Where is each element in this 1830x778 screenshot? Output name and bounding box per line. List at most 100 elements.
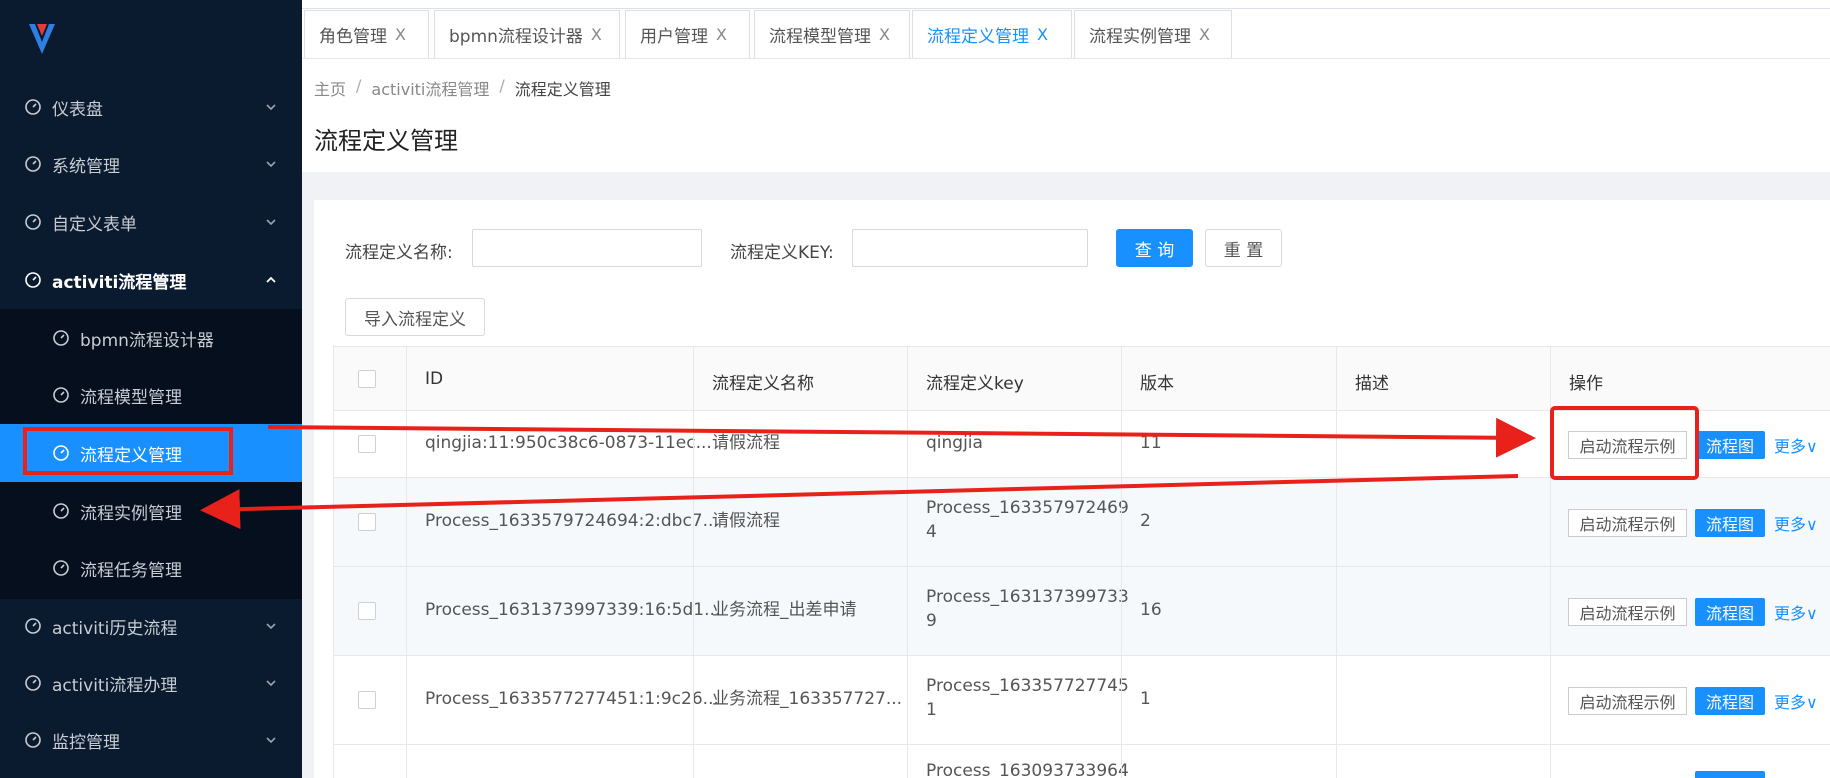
diagram-button[interactable]: 流程图 xyxy=(1695,509,1765,537)
tab-model[interactable]: 流程模型管理 X xyxy=(754,10,910,58)
tab-label: 流程实例管理 xyxy=(1089,27,1191,47)
definition-table: ID 流程定义名称 流程定义key 版本 描述 操作 qingjia:11:95… xyxy=(333,346,1830,778)
sidebar-item-dashboard[interactable]: 仪表盘 xyxy=(0,78,302,136)
definition-name-input[interactable] xyxy=(472,229,702,267)
tab-label: 用户管理 xyxy=(640,27,708,47)
breadcrumb: 主页 / activiti流程管理 / 流程定义管理 xyxy=(314,76,611,100)
gauge-icon xyxy=(53,387,69,403)
divider xyxy=(1121,347,1122,778)
breadcrumb-home[interactable]: 主页 xyxy=(314,76,346,100)
start-instance-button[interactable]: 启动流程示例 xyxy=(1568,509,1687,537)
tab-label: 流程模型管理 xyxy=(769,27,871,47)
chevron-down-icon xyxy=(266,623,276,630)
tab-user[interactable]: 用户管理 X xyxy=(625,10,750,58)
sidebar-item-label: 流程实例管理 xyxy=(80,503,182,524)
row-checkbox[interactable] xyxy=(358,602,376,620)
reset-button[interactable]: 重 置 xyxy=(1205,229,1282,267)
gauge-icon xyxy=(53,330,69,346)
cell-name: 业务流程_出差申请 xyxy=(712,600,857,620)
cell-name: 业务流程_163357727... xyxy=(712,689,903,709)
definition-key-input[interactable] xyxy=(852,229,1088,267)
chevron-up-icon xyxy=(266,276,276,283)
query-button[interactable]: 查 询 xyxy=(1116,229,1193,267)
sidebar-item-label: activiti流程办理 xyxy=(52,675,178,696)
tab-bpmn[interactable]: bpmn流程设计器 X xyxy=(434,10,620,58)
table-header: ID 流程定义名称 流程定义key 版本 描述 操作 xyxy=(334,347,1830,411)
divider xyxy=(302,8,1830,9)
cell-version: 11 xyxy=(1140,433,1162,453)
sidebar-item-activiti[interactable]: activiti流程管理 xyxy=(0,251,302,309)
cell-id: Process_1631373997339:16:5d1... xyxy=(425,600,721,620)
close-icon[interactable]: X xyxy=(591,25,602,44)
table-row: Process_1633577277451:1:9c26... 业务流程_163… xyxy=(334,656,1830,745)
sidebar-item-definition[interactable]: 流程定义管理 xyxy=(0,424,302,482)
tab-label: bpmn流程设计器 xyxy=(449,27,583,47)
sidebar-item-handle[interactable]: activiti流程办理 xyxy=(0,654,302,712)
diagram-button[interactable]: 流程图 xyxy=(1695,431,1765,459)
sidebar-item-bpmn-designer[interactable]: bpmn流程设计器 xyxy=(0,309,302,367)
sidebar-item-model[interactable]: 流程模型管理 xyxy=(0,366,302,424)
divider xyxy=(406,347,407,778)
diagram-button[interactable]: 流程图 xyxy=(1695,687,1765,715)
chevron-down-icon xyxy=(266,219,276,226)
breadcrumb-current: 流程定义管理 xyxy=(514,80,611,99)
close-icon[interactable]: X xyxy=(395,25,406,44)
breadcrumb-separator: / xyxy=(356,76,362,95)
close-icon[interactable]: X xyxy=(716,25,727,44)
more-dropdown[interactable]: 更多∨ xyxy=(1774,433,1818,457)
diagram-button[interactable]: 流程图 xyxy=(1695,598,1765,626)
cell-key-wrap: 1 xyxy=(926,700,937,720)
row-checkbox[interactable] xyxy=(358,513,376,531)
cell-id: Process_1633579724694:2:dbc7... xyxy=(425,511,719,531)
breadcrumb-parent[interactable]: activiti流程管理 xyxy=(371,76,489,100)
row-checkbox[interactable] xyxy=(358,691,376,709)
tab-role[interactable]: 角色管理 X xyxy=(304,10,429,58)
cell-key-wrap: 9 xyxy=(926,611,937,631)
import-definition-button[interactable]: 导入流程定义 xyxy=(345,298,485,336)
chevron-down-icon: ∨ xyxy=(1806,693,1818,712)
gauge-icon xyxy=(53,445,69,461)
table-row: qingjia:11:950c38c6-0873-11ec... 请假流程 qi… xyxy=(334,411,1830,478)
tab-definition[interactable]: 流程定义管理 X xyxy=(912,10,1072,58)
sidebar-item-custom-form[interactable]: 自定义表单 xyxy=(0,193,302,251)
start-instance-button[interactable]: 启动流程示例 xyxy=(1568,431,1687,459)
name-label: 流程定义名称: xyxy=(345,243,453,263)
gauge-icon xyxy=(53,503,69,519)
more-dropdown[interactable]: 更多∨ xyxy=(1774,600,1818,624)
cell-id: Process_1633577277451:1:9c26... xyxy=(425,689,719,709)
sidebar-item-task[interactable]: 流程任务管理 xyxy=(0,539,302,597)
sidebar-item-history[interactable]: activiti历史流程 xyxy=(0,597,302,655)
diagram-button[interactable] xyxy=(1695,771,1765,778)
page-title: 流程定义管理 xyxy=(314,127,458,155)
gauge-icon xyxy=(25,214,41,230)
divider xyxy=(693,347,694,778)
sidebar-item-monitor[interactable]: 监控管理 xyxy=(0,711,302,769)
chevron-down-icon: ∨ xyxy=(1806,437,1818,456)
cell-key: Process_163093733964 xyxy=(926,761,1129,778)
chevron-down-icon xyxy=(266,680,276,687)
more-dropdown[interactable]: 更多∨ xyxy=(1774,689,1818,713)
sidebar: 仪表盘 系统管理 自定义表单 activiti流程管理 bpmn流程设计器 流程… xyxy=(0,0,302,778)
close-icon[interactable]: X xyxy=(1199,25,1210,44)
select-all-checkbox[interactable] xyxy=(358,370,376,388)
sidebar-item-system[interactable]: 系统管理 xyxy=(0,135,302,193)
cell-name: 请假流程 xyxy=(712,511,780,531)
start-instance-button[interactable]: 启动流程示例 xyxy=(1568,598,1687,626)
row-checkbox[interactable] xyxy=(358,435,376,453)
close-icon[interactable]: X xyxy=(879,25,890,44)
key-label: 流程定义KEY: xyxy=(730,243,834,263)
start-instance-button[interactable]: 启动流程示例 xyxy=(1568,687,1687,715)
tab-instance[interactable]: 流程实例管理 X xyxy=(1074,10,1232,58)
chevron-down-icon: ∨ xyxy=(1806,515,1818,534)
sidebar-item-label: activiti流程管理 xyxy=(52,272,187,293)
table-row: Process_1633579724694:2:dbc7... 请假流程 Pro… xyxy=(334,478,1830,567)
cell-key: Process_163357972469 xyxy=(926,498,1129,518)
cell-key: qingjia xyxy=(926,433,983,453)
more-dropdown[interactable]: 更多∨ xyxy=(1774,511,1818,535)
sidebar-item-label: 系统管理 xyxy=(52,156,120,177)
sidebar-item-instance[interactable]: 流程实例管理 xyxy=(0,482,302,540)
tab-label: 角色管理 xyxy=(319,27,387,47)
close-icon[interactable]: X xyxy=(1037,25,1048,44)
cell-key-wrap: 4 xyxy=(926,522,937,542)
cell-key: Process_163357727745 xyxy=(926,676,1129,696)
